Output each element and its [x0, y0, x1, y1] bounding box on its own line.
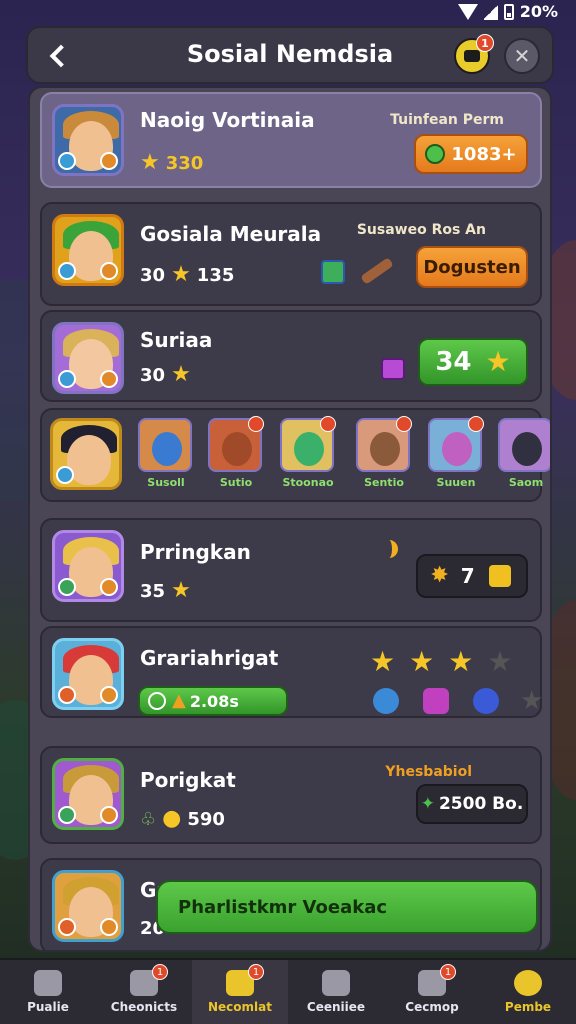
avatar — [52, 214, 124, 286]
pink-token-icon — [423, 688, 449, 714]
star-icon: ★ — [409, 645, 435, 678]
star-icon: ★ — [171, 362, 191, 387]
signal-icon — [483, 3, 498, 20]
avatar — [52, 870, 124, 942]
player-stars: 30 ★ — [140, 362, 191, 387]
clock-icon — [148, 692, 166, 710]
avatar — [52, 104, 124, 176]
home-icon — [34, 970, 62, 996]
player-stats: 30 ★ 135 — [140, 262, 235, 287]
blue-token-icon — [373, 688, 399, 714]
star-icon: ★ — [140, 150, 160, 175]
player-name: Gosiala Meurala — [140, 222, 322, 246]
row-label: Yhesbabiol — [385, 764, 472, 780]
action-button[interactable]: Dogusten — [416, 246, 528, 288]
bottom-nav: Pualie 1 Cheonicts 1 Necomlat Ceeniiee 1… — [0, 958, 576, 1024]
hero-badge — [320, 416, 336, 432]
coin-button[interactable]: 1083+ — [414, 134, 528, 174]
timer-bar[interactable]: ▲ 2.08s — [138, 686, 288, 716]
star-icon: ★ — [485, 345, 511, 378]
star-empty-icon: ★ — [520, 686, 544, 716]
row-label: Susaweo Ros An — [356, 222, 486, 238]
hero-badge — [396, 416, 412, 432]
avatar — [52, 758, 124, 830]
player-name: Porigkat — [140, 768, 236, 792]
notification-badge: 1 — [476, 34, 494, 52]
star-empty-icon: ★ — [487, 645, 513, 678]
star-icon: ★ — [171, 262, 191, 287]
nav-badge: 1 — [248, 964, 264, 980]
notification-button[interactable]: 1 — [454, 34, 494, 74]
nav-badge: 1 — [152, 964, 168, 980]
gold-cube-icon — [488, 565, 511, 587]
profile-icon — [514, 970, 542, 996]
star-rating: ★ ★ ★ ★ — [370, 648, 512, 676]
reward-icons: ★ — [370, 688, 543, 714]
player-stars: 35 ★ — [140, 578, 191, 603]
leaf-icon: ✸ — [430, 563, 449, 588]
hero-strip: Susoll Sutio Stoonao Sentio Suuen Saom — [40, 408, 550, 502]
hero-card[interactable]: Saom — [498, 418, 550, 498]
nav-badge: 1 — [440, 964, 456, 980]
nav-chat[interactable]: 1 Cheonicts — [96, 960, 192, 1024]
hero-card[interactable]: Suuen — [428, 416, 484, 498]
list-item[interactable]: Prringkan 35 ★ ✸ 7 — [40, 518, 542, 622]
friends-list-panel: Naoig Vortinaia ★ 330 Tuinfean Perm 1083… — [28, 86, 552, 952]
star-icon: ★ — [448, 645, 474, 678]
player-name: Suriaa — [140, 328, 213, 352]
hero-card[interactable]: Sutio — [208, 416, 264, 498]
wifi-icon — [457, 3, 478, 20]
player-name: Grariahrigat — [140, 646, 279, 670]
chat-icon: 1 — [130, 964, 168, 996]
gem-icon — [321, 260, 345, 284]
status-bar: 20% — [0, 0, 576, 24]
group-icon — [322, 970, 350, 996]
leaf-icon: ✦ — [420, 794, 435, 814]
player-stars: ★ 330 — [140, 150, 204, 175]
hero-card[interactable]: Stoonao — [280, 416, 336, 498]
hero-badge — [468, 416, 484, 432]
house-icon: 1 — [226, 964, 264, 996]
action-toast-button[interactable]: Pharlistkmr Voeakac — [156, 880, 538, 934]
avatar[interactable] — [50, 418, 122, 490]
speech-icon: 1 — [418, 964, 456, 996]
player-stats: ♧ ● 590 — [140, 806, 225, 831]
hero-badge — [248, 416, 264, 432]
player-name: Prringkan — [140, 540, 251, 564]
avatar — [52, 322, 124, 394]
list-item[interactable]: Porigkat ♧ ● 590 Yhesbabiol ✦ 2500 Bo. — [40, 746, 542, 844]
list-item[interactable]: Naoig Vortinaia ★ 330 Tuinfean Perm 1083… — [40, 92, 542, 188]
avatar — [52, 530, 124, 602]
top-header: Sosial Nemdsia 1 ✕ — [26, 26, 554, 84]
avatar — [52, 638, 124, 710]
list-item[interactable]: Grariahrigat ▲ 2.08s ★ ★ ★ ★ ★ — [40, 626, 543, 718]
tools-button[interactable]: ✕ — [504, 38, 540, 74]
flame-icon: ▲ — [172, 690, 186, 711]
star-icon: ★ — [171, 578, 191, 603]
player-name: Naoig Vortinaia — [140, 108, 315, 132]
sword-icon — [360, 257, 394, 285]
list-item[interactable]: Gosiala Meurala 30 ★ 135 Susaweo Ros An Do… — [40, 202, 542, 306]
hero-card[interactable]: Sentio — [356, 416, 412, 498]
tools-icon: ✕ — [513, 44, 531, 68]
nav-profile[interactable]: Pembe — [480, 960, 576, 1024]
potion-icon — [381, 358, 405, 380]
battery-level: 20% — [519, 2, 558, 21]
stars-button[interactable]: 34 ★ — [418, 338, 528, 386]
clover-icon: ♧ — [140, 808, 157, 830]
star-icon: ★ — [370, 645, 396, 678]
hero-card[interactable]: Susoll — [138, 418, 194, 498]
battery-icon — [503, 3, 514, 20]
row-label: Tuinfean Perm — [390, 112, 504, 128]
coin-token-icon — [473, 688, 499, 714]
list-item[interactable]: Suriaa 30 ★ 34 ★ — [40, 310, 542, 402]
resource-button[interactable]: ✦ 2500 Bo. — [416, 784, 528, 824]
nav-social[interactable]: 1 Necomlat — [192, 960, 288, 1024]
resource-button[interactable]: ✸ 7 — [416, 554, 528, 598]
nav-community[interactable]: Ceeniiee — [288, 960, 384, 1024]
banana-icon — [380, 540, 398, 558]
nav-messages[interactable]: 1 Cecmop — [384, 960, 480, 1024]
nav-home[interactable]: Pualie — [0, 960, 96, 1024]
coin-icon — [425, 144, 446, 164]
